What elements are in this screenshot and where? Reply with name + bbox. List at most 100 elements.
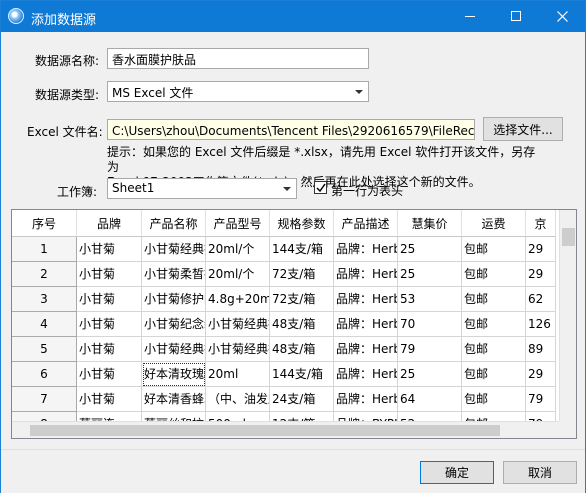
datasource-name-input[interactable]: 香水面膜护肤品 [107, 48, 369, 69]
table-cell[interactable]: 53 [398, 287, 462, 312]
datasource-type-label: 数据源类型: [35, 88, 100, 102]
table-cell[interactable]: 小甘菊 [77, 262, 142, 287]
table-cell[interactable]: 小甘菊纪念装 [142, 312, 206, 337]
table-cell[interactable]: 小甘菊柔皙护 [142, 262, 206, 287]
table-cell[interactable]: 小甘菊经典护 [206, 337, 270, 362]
horizontal-scroll-thumb[interactable] [30, 425, 500, 436]
first-row-header-checkbox[interactable] [314, 181, 327, 194]
table-cell[interactable]: 小甘菊 [77, 312, 142, 337]
table-cell[interactable]: 好本清玫瑰精 [142, 362, 206, 387]
table-cell[interactable]: 小甘菊 [77, 337, 142, 362]
table-cell[interactable]: 包邮 [462, 362, 526, 387]
app-icon [8, 8, 24, 24]
table-cell[interactable]: 小甘菊经典护 [142, 237, 206, 262]
table-cell[interactable]: 品牌：Herba [334, 337, 398, 362]
table-cell[interactable]: 89 [526, 337, 556, 362]
column-header[interactable]: 规格参数 [270, 210, 334, 237]
column-header[interactable]: 产品描述 [334, 210, 398, 237]
column-header[interactable]: 序号 [12, 210, 77, 237]
table-cell[interactable]: 小甘菊 [77, 362, 142, 387]
table-cell[interactable]: 25 [398, 237, 462, 262]
column-header[interactable]: 品牌 [77, 210, 142, 237]
table-cell[interactable]: 小甘菊 [77, 287, 142, 312]
table-row[interactable]: 1小甘菊小甘菊经典护20ml/个144支/箱品牌：Herba25包邮29 [12, 237, 556, 262]
table-cell[interactable]: 品牌：Herba [334, 362, 398, 387]
table-cell[interactable]: 48支/箱 [270, 312, 334, 337]
table-cell[interactable]: 小甘菊修护随 [142, 287, 206, 312]
table-cell[interactable]: 24支/箱 [270, 387, 334, 412]
table-cell[interactable]: 70 [398, 312, 462, 337]
column-header[interactable]: 产品型号 [206, 210, 270, 237]
table-cell[interactable]: 79 [526, 387, 556, 412]
table-cell[interactable]: 小甘菊经典护 [206, 312, 270, 337]
row-number[interactable]: 4 [12, 312, 77, 337]
table-cell[interactable]: 20ml/个 [206, 237, 270, 262]
table-cell[interactable]: 25 [398, 362, 462, 387]
table-cell[interactable]: 品牌：Herba [334, 387, 398, 412]
sheet-select[interactable]: Sheet1 [107, 178, 297, 199]
table-cell[interactable]: 126 [526, 312, 556, 337]
table-row[interactable]: 7小甘菊好本清香蜂草（中、油发质24支/箱品牌：Herba64包邮79 [12, 387, 556, 412]
ok-button[interactable]: 确定 [420, 461, 494, 484]
column-header[interactable]: 运费 [462, 210, 526, 237]
table-cell[interactable]: 小甘菊 [77, 237, 142, 262]
maximize-icon[interactable] [493, 1, 539, 32]
table-cell[interactable]: 品牌：Herba [334, 287, 398, 312]
table-cell[interactable]: 好本清香蜂草 [142, 387, 206, 412]
vertical-scroll-thumb[interactable] [562, 228, 575, 246]
table-cell[interactable]: 品牌：Herba [334, 237, 398, 262]
table-cell[interactable]: 79 [398, 337, 462, 362]
table-cell[interactable]: 包邮 [462, 337, 526, 362]
column-header[interactable]: 京 [526, 210, 556, 237]
table-cell[interactable]: 144支/箱 [270, 362, 334, 387]
table-cell[interactable]: 4.8g+20ml/ [206, 287, 270, 312]
table-row[interactable]: 5小甘菊小甘菊经典护小甘菊经典护48支/箱品牌：Herba79包邮89 [12, 337, 556, 362]
table-cell[interactable]: 72支/箱 [270, 287, 334, 312]
table-cell[interactable]: 包邮 [462, 237, 526, 262]
cancel-button[interactable]: 取消 [503, 461, 577, 484]
excel-file-path-input[interactable]: C:\Users\zhou\Documents\Tencent Files\29… [107, 119, 475, 140]
table-cell[interactable]: 144支/箱 [270, 237, 334, 262]
table-cell[interactable]: 29 [526, 262, 556, 287]
table-cell[interactable]: 品牌：Herba [334, 262, 398, 287]
first-row-header-label[interactable]: 第一行为表头 [331, 182, 403, 199]
chevron-down-icon [283, 187, 291, 191]
datasource-type-select[interactable]: MS Excel 文件 [107, 81, 369, 102]
table-cell[interactable]: 品牌：Herba [334, 312, 398, 337]
table-cell[interactable]: 62 [526, 287, 556, 312]
table-cell[interactable]: 48支/箱 [270, 337, 334, 362]
row-number[interactable]: 3 [12, 287, 77, 312]
table-cell[interactable]: 72支/箱 [270, 262, 334, 287]
table-cell[interactable]: 25 [398, 262, 462, 287]
row-number[interactable]: 5 [12, 337, 77, 362]
table-cell[interactable]: 包邮 [462, 387, 526, 412]
preview-table[interactable]: 序号品牌产品名称产品型号规格参数产品描述慧集价运费京 1小甘菊小甘菊经典护20m… [11, 209, 577, 439]
column-header[interactable]: 慧集价 [398, 210, 462, 237]
table-cell[interactable]: 包邮 [462, 287, 526, 312]
table-row[interactable]: 2小甘菊小甘菊柔皙护20ml/个72支/箱品牌：Herba25包邮29 [12, 262, 556, 287]
vertical-scrollbar[interactable] [559, 210, 576, 421]
column-header[interactable]: 产品名称 [142, 210, 206, 237]
table-cell[interactable]: 29 [526, 362, 556, 387]
row-number[interactable]: 2 [12, 262, 77, 287]
table-cell[interactable]: （中、油发质 [206, 387, 270, 412]
table-cell[interactable]: 20ml [206, 362, 270, 387]
minimize-icon[interactable] [447, 1, 493, 32]
table-row[interactable]: 6小甘菊好本清玫瑰精20ml144支/箱品牌：Herba25包邮29 [12, 362, 556, 387]
table-cell[interactable]: 20ml/个 [206, 262, 270, 287]
close-icon[interactable] [539, 1, 585, 32]
table-cell[interactable]: 29 [526, 237, 556, 262]
choose-file-button[interactable]: 选择文件... [483, 117, 563, 141]
table-cell[interactable]: 小甘菊经典护 [142, 337, 206, 362]
table-cell[interactable]: 包邮 [462, 312, 526, 337]
table-row[interactable]: 3小甘菊小甘菊修护随4.8g+20ml/72支/箱品牌：Herba53包邮62 [12, 287, 556, 312]
row-number[interactable]: 1 [12, 237, 77, 262]
table-row[interactable]: 4小甘菊小甘菊纪念装小甘菊经典护48支/箱品牌：Herba70包邮126 [12, 312, 556, 337]
row-number[interactable]: 7 [12, 387, 77, 412]
row-number[interactable]: 6 [12, 362, 77, 387]
table-cell[interactable]: 64 [398, 387, 462, 412]
table-cell[interactable]: 包邮 [462, 262, 526, 287]
table-cell[interactable]: 小甘菊 [77, 387, 142, 412]
horizontal-scrollbar[interactable] [12, 421, 560, 438]
title-bar[interactable]: 添加数据源 [1, 1, 585, 32]
